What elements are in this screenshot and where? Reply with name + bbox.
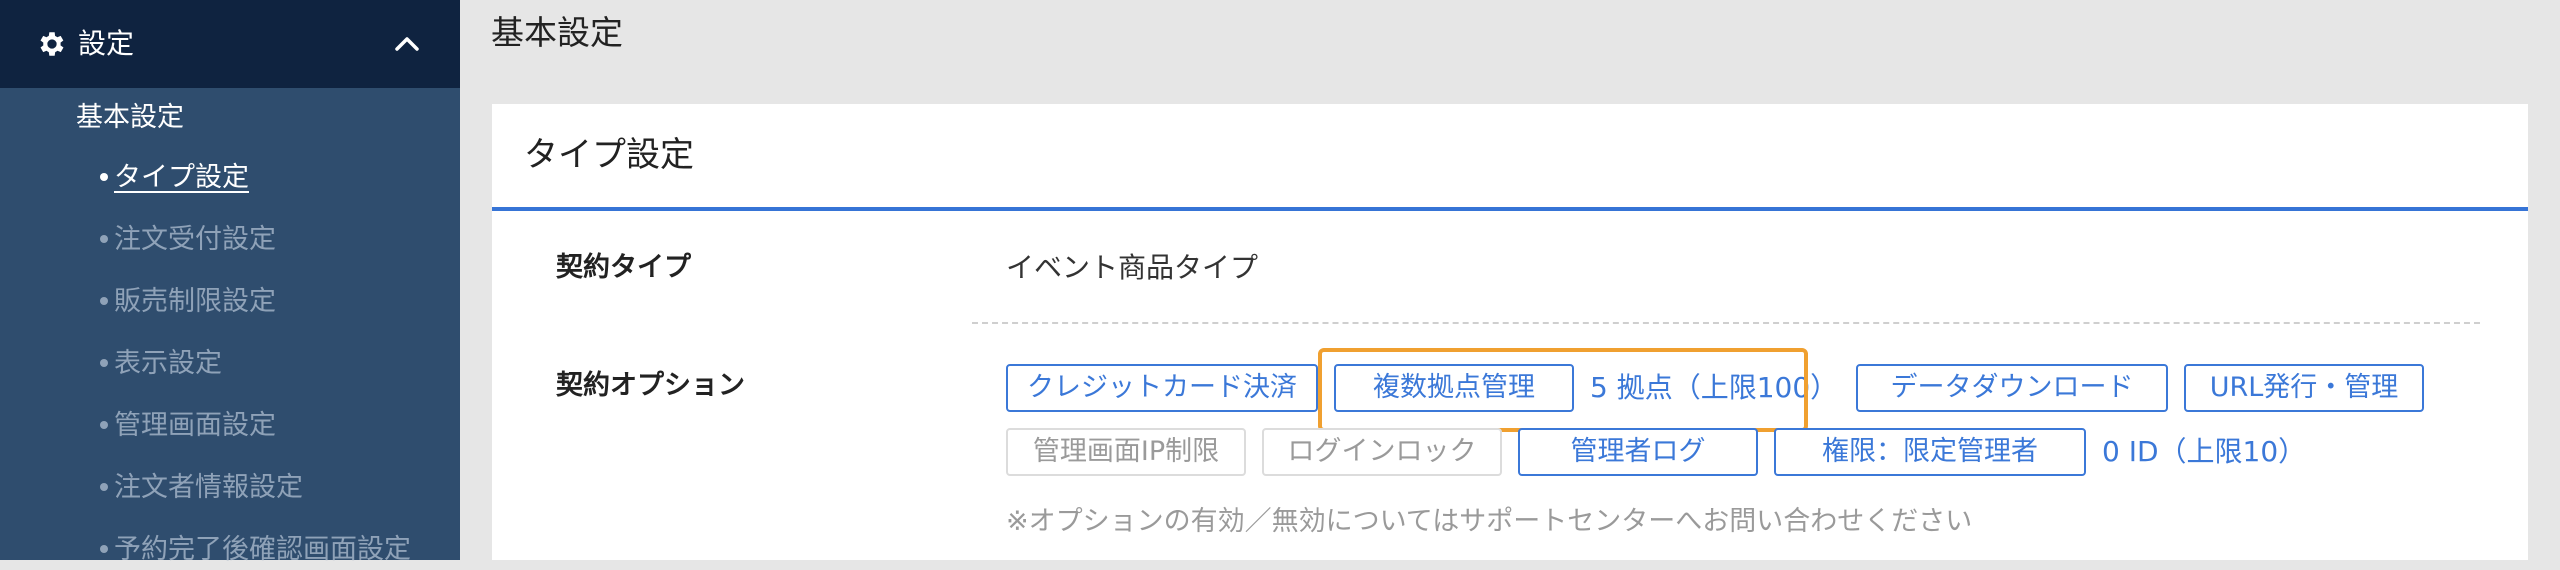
sidebar-item-label: 予約完了後確認画面設定 bbox=[114, 534, 411, 565]
sidebar-item-label: 管理画面設定 bbox=[114, 410, 276, 441]
sidebar-item-display[interactable]: 表示設定 bbox=[100, 344, 222, 384]
highlight-box bbox=[1318, 348, 1808, 432]
sidebar-item-type-settings[interactable]: タイプ設定 bbox=[100, 158, 249, 198]
options-note: ※オプションの有効／無効についてはサポートセンターへお問い合わせください bbox=[1006, 506, 1973, 537]
row-divider bbox=[972, 322, 2480, 324]
bullet-icon bbox=[100, 482, 108, 491]
settings-menu-title: 設定 bbox=[78, 27, 135, 60]
bullet-icon bbox=[100, 420, 108, 429]
sidebar: 設定 基本設定 タイプ設定 注文受付設定 販売制限設定 表示設定 管理画面設定 … bbox=[0, 0, 460, 565]
sidebar-item-confirmation-screen[interactable]: 予約完了後確認画面設定 bbox=[100, 530, 411, 570]
settings-menu-header[interactable]: 設定 bbox=[0, 0, 460, 88]
option-admin-log[interactable]: 管理者ログ bbox=[1518, 428, 1758, 476]
card-title-divider bbox=[492, 207, 2528, 211]
bullet-icon bbox=[100, 234, 108, 243]
option-ip-restrict[interactable]: 管理画面IP制限 bbox=[1006, 428, 1246, 476]
contract-type-value: イベント商品タイプ bbox=[1006, 251, 1259, 284]
sidebar-item-label: 販売制限設定 bbox=[114, 286, 276, 317]
sidebar-group-basic-settings[interactable]: 基本設定 bbox=[76, 98, 184, 138]
type-settings-card: タイプ設定 契約タイプ イベント商品タイプ 契約オプション bbox=[492, 104, 2528, 560]
card-title: タイプ設定 bbox=[524, 135, 694, 175]
bullet-icon bbox=[100, 358, 108, 367]
sidebar-item-label: タイプ設定 bbox=[114, 162, 249, 193]
contract-options-label: 契約オプション bbox=[556, 370, 745, 401]
sidebar-item-label: 注文者情報設定 bbox=[114, 472, 303, 503]
sidebar-item-label: 表示設定 bbox=[114, 348, 222, 379]
bullet-icon bbox=[100, 544, 108, 553]
option-login-lock[interactable]: ログインロック bbox=[1262, 428, 1502, 476]
sidebar-item-orderer-info[interactable]: 注文者情報設定 bbox=[100, 468, 303, 508]
sidebar-item-admin-screen[interactable]: 管理画面設定 bbox=[100, 406, 276, 446]
option-limited-admin[interactable]: 権限：限定管理者 bbox=[1774, 428, 2086, 476]
limited-admin-count: 0 ID（上限10） bbox=[2102, 435, 2307, 468]
option-data-download[interactable]: データダウンロード bbox=[1856, 364, 2168, 412]
sidebar-item-sales-limit[interactable]: 販売制限設定 bbox=[100, 282, 276, 322]
sidebar-item-label: 注文受付設定 bbox=[114, 224, 276, 255]
contract-type-label: 契約タイプ bbox=[556, 252, 691, 283]
option-credit-card[interactable]: クレジットカード決済 bbox=[1006, 364, 1318, 412]
option-url-issue[interactable]: URL発行・管理 bbox=[2184, 364, 2424, 412]
bullet-icon bbox=[100, 296, 108, 305]
gear-icon bbox=[40, 32, 64, 56]
page-title: 基本設定 bbox=[491, 13, 623, 52]
bullet-icon bbox=[100, 172, 108, 181]
chevron-up-icon[interactable] bbox=[392, 30, 422, 58]
sidebar-item-order-acceptance[interactable]: 注文受付設定 bbox=[100, 220, 276, 260]
